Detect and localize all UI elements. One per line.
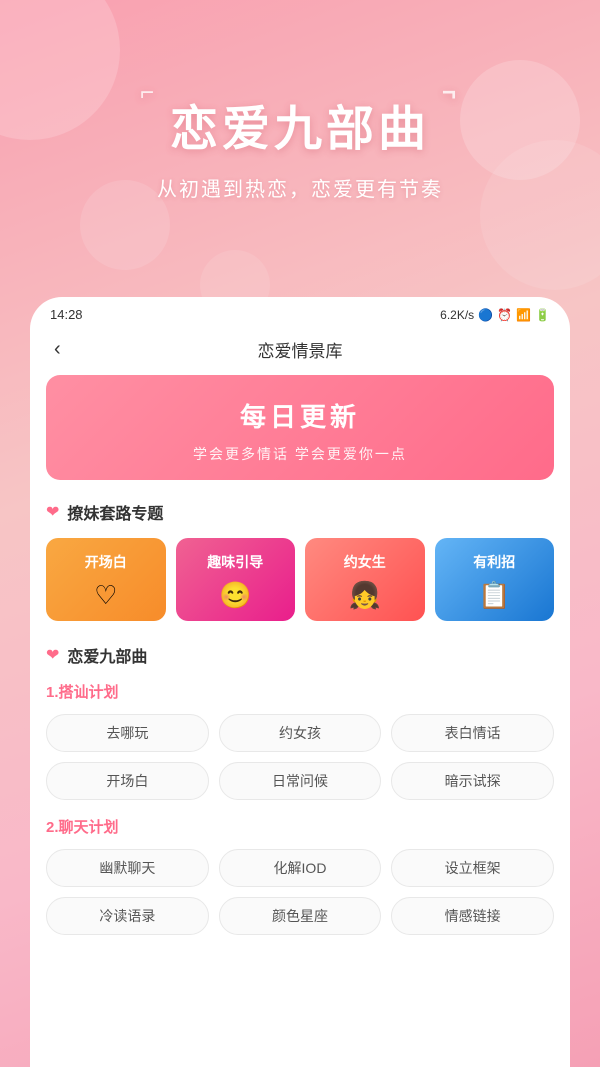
banner-title: 每日更新 [62,397,538,434]
plan-title-0: 1.搭讪计划 [46,681,554,702]
tag-0-2[interactable]: 表白情话 [391,714,554,752]
tag-0-4[interactable]: 日常问候 [219,762,382,800]
nav-bar: ‹ 恋爱情景库 [30,326,570,375]
category-icon-1: 😊 [219,580,251,611]
status-icons: 6.2K/s 🔵 ⏰ 📶 🔋 [440,308,550,322]
nine-section-header: ❤ 恋爱九部曲 [46,643,554,667]
category-label-1: 趣味引导 [207,552,263,572]
status-bluetooth: 🔵 [478,308,493,322]
tag-grid-1: 幽默聊天化解IOD设立框架冷读语录颜色星座情感链接 [46,849,554,935]
nine-section-title: 恋爱九部曲 [67,643,147,667]
tag-0-1[interactable]: 约女孩 [219,714,382,752]
category-card-2[interactable]: 约女生 👧 [305,538,425,621]
hero-title: 恋爱九部曲 [170,89,430,159]
status-bar: 14:28 6.2K/s 🔵 ⏰ 📶 🔋 [30,297,570,326]
plans-container: 1.搭讪计划去哪玩约女孩表白情话开场白日常问候暗示试探 2.聊天计划幽默聊天化解I… [46,681,554,935]
plan-1: 2.聊天计划幽默聊天化解IOD设立框架冷读语录颜色星座情感链接 [46,816,554,935]
category-label-3: 有利招 [473,552,515,572]
tag-1-2[interactable]: 设立框架 [391,849,554,887]
category-icon-2: 👧 [349,580,381,611]
back-button[interactable]: ‹ [46,334,69,365]
plan-title-1: 2.聊天计划 [46,816,554,837]
topic-section-title: 撩妹套路专题 [67,500,163,524]
status-time: 14:28 [50,307,83,322]
status-alarm: ⏰ [497,308,512,322]
nine-heart-icon: ❤ [46,645,59,665]
category-icon-3: 📋 [478,580,510,611]
tag-1-4[interactable]: 颜色星座 [219,897,382,935]
category-card-0[interactable]: 开场白 ♡ [46,538,166,621]
page-title: 恋爱情景库 [258,337,343,362]
topic-section-header: ❤ 撩妹套路专题 [46,500,554,524]
category-label-0: 开场白 [85,552,127,572]
category-label-2: 约女生 [344,552,386,572]
hero-section: 恋爱九部曲 从初遇到热恋，恋爱更有节奏 [0,0,600,290]
status-battery: 🔋 [535,308,550,322]
tag-0-3[interactable]: 开场白 [46,762,209,800]
category-grid: 开场白 ♡ 趣味引导 😊 约女生 👧 有利招 📋 [46,538,554,621]
topic-heart-icon: ❤ [46,502,59,522]
scroll-content[interactable]: 每日更新 学会更多情话 学会更爱你一点 ❤ 撩妹套路专题 开场白 ♡ 趣味引导 😊 约女… [30,375,570,1067]
tag-0-5[interactable]: 暗示试探 [391,762,554,800]
plan-0: 1.搭讪计划去哪玩约女孩表白情话开场白日常问候暗示试探 [46,681,554,800]
phone-card: 14:28 6.2K/s 🔵 ⏰ 📶 🔋 ‹ 恋爱情景库 每日更新 学会更多情话… [30,297,570,1067]
network-speed: 6.2K/s [440,308,474,322]
daily-update-banner[interactable]: 每日更新 学会更多情话 学会更爱你一点 [46,375,554,480]
banner-subtitle: 学会更多情话 学会更爱你一点 [62,444,538,464]
status-signal: 📶 [516,308,531,322]
hero-subtitle: 从初遇到热恋，恋爱更有节奏 [157,173,443,202]
category-card-3[interactable]: 有利招 📋 [435,538,555,621]
tag-grid-0: 去哪玩约女孩表白情话开场白日常问候暗示试探 [46,714,554,800]
tag-0-0[interactable]: 去哪玩 [46,714,209,752]
tag-1-1[interactable]: 化解IOD [219,849,382,887]
tag-1-5[interactable]: 情感链接 [391,897,554,935]
category-card-1[interactable]: 趣味引导 😊 [176,538,296,621]
tag-1-0[interactable]: 幽默聊天 [46,849,209,887]
tag-1-3[interactable]: 冷读语录 [46,897,209,935]
category-icon-0: ♡ [94,580,117,611]
